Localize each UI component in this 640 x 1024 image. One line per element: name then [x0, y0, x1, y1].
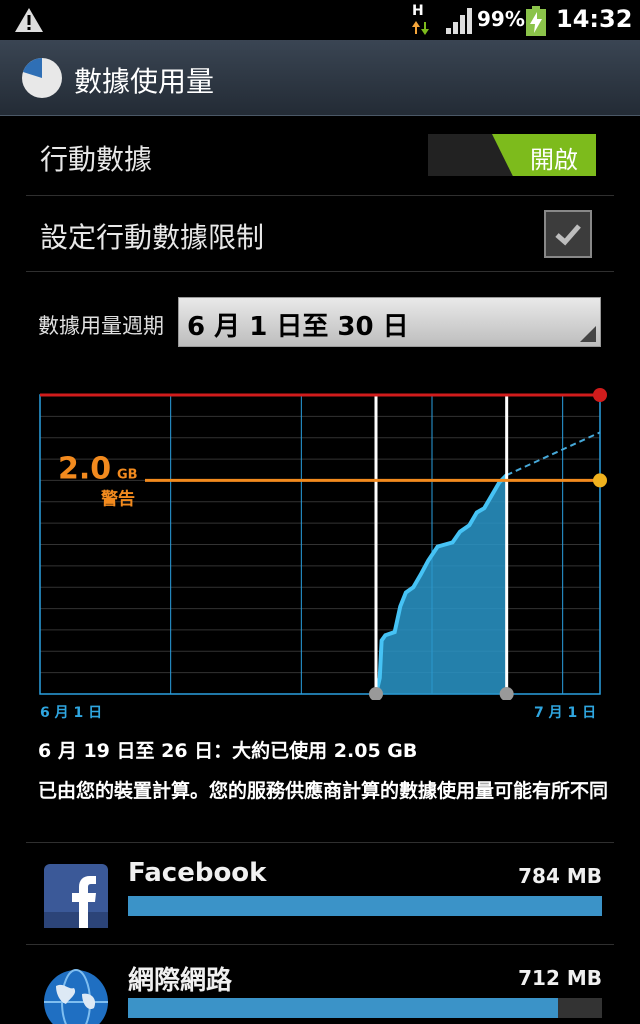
usage-summary: 6 月 19 日至 26 日：大約已使用 2.05 GB — [38, 740, 418, 762]
chart-warning-label: 警告 — [100, 488, 135, 509]
chart-projection-line — [506, 431, 601, 476]
app-usage-size: 712 MB — [518, 966, 602, 990]
cycle-label: 數據用量週期 — [38, 314, 164, 338]
chart-warning-value: 2.0 — [58, 451, 111, 486]
chart-usage-area — [376, 475, 507, 694]
chart-warning-handle — [593, 473, 607, 488]
battery-charging-icon — [526, 6, 546, 36]
cycle-dropdown[interactable]: 6 月 1 日至 30 日 — [178, 297, 601, 347]
app-name: Facebook — [128, 858, 267, 888]
title-bar: 數據使用量 — [0, 40, 640, 116]
mobile-data-toggle[interactable]: 開啟 — [428, 134, 596, 176]
usage-bar-fill — [128, 998, 559, 1018]
status-bar: H 99% 14:32 — [0, 0, 640, 40]
mobile-data-row[interactable]: 行動數據 開啟 — [26, 116, 614, 196]
divider — [26, 842, 614, 843]
network-activity-icon: H — [410, 3, 430, 37]
app-name: 網際網路 — [128, 966, 233, 996]
cycle-value: 6 月 1 日至 30 日 — [187, 312, 409, 342]
app-row-internet[interactable]: 網際網路 712 MB — [26, 946, 614, 1024]
chart-x-end-label: 7 月 1 日 — [534, 705, 597, 721]
app-row-facebook[interactable]: Facebook 784 MB — [26, 844, 614, 944]
battery-percent: 99% — [477, 7, 525, 31]
checkmark-icon — [555, 224, 581, 246]
signal-icon — [446, 8, 472, 34]
dropdown-arrow-icon — [580, 326, 596, 342]
usage-bar-track — [128, 896, 602, 916]
page-title: 數據使用量 — [74, 65, 215, 98]
data-usage-pie-icon — [22, 58, 62, 98]
globe-icon — [44, 969, 108, 1024]
usage-chart-svg: 2.0 GB 警告 — [39, 388, 607, 701]
divider — [26, 944, 614, 945]
set-limit-label: 設定行動數據限制 — [40, 221, 265, 254]
warning-icon — [15, 8, 43, 32]
clock: 14:32 — [556, 5, 633, 33]
usage-note: 已由您的裝置計算。您的服務供應商計算的數據使用量可能有所不同 — [38, 780, 609, 802]
mobile-data-label: 行動數據 — [40, 143, 153, 176]
set-limit-row[interactable]: 設定行動數據限制 — [26, 196, 614, 272]
app-usage-size: 784 MB — [518, 864, 602, 888]
chart-x-start-label: 6 月 1 日 — [40, 705, 103, 721]
chart-warning-unit: GB — [117, 467, 138, 482]
chart-limit-handle — [593, 388, 607, 402]
network-type-label: H — [412, 3, 424, 19]
set-limit-checkbox[interactable] — [544, 210, 592, 258]
facebook-icon — [44, 864, 108, 928]
usage-bar-track — [128, 998, 602, 1018]
usage-bar-fill — [128, 896, 602, 916]
toggle-state-label: 開啟 — [530, 146, 578, 174]
usage-chart: 2.0 GB 警告 6 月 1 日 7 月 1 日 — [0, 380, 640, 721]
